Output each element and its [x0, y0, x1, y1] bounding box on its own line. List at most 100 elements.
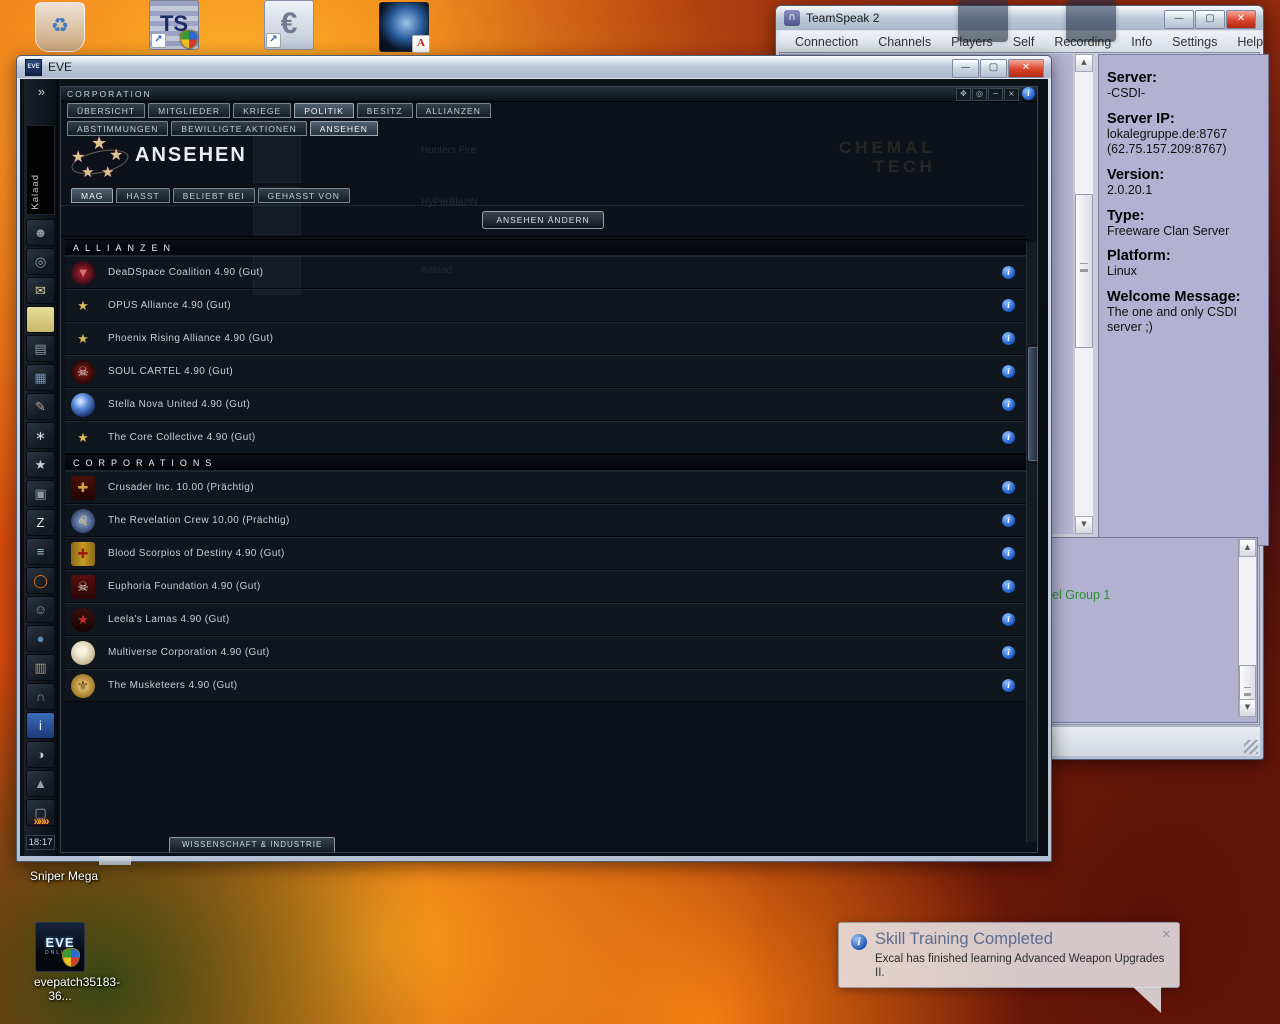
scroll-thumb[interactable]	[1075, 194, 1093, 348]
minimize-icon[interactable]: −	[988, 88, 1003, 101]
science-industry-docked-tab[interactable]: WISSENSCHAFT & INDUSTRIE	[169, 837, 336, 852]
info-icon[interactable]: i	[1002, 365, 1015, 378]
info-icon[interactable]: i	[1022, 87, 1035, 100]
browser-icon[interactable]: ●	[26, 625, 55, 652]
help-ring-icon[interactable]: ◯	[26, 567, 55, 594]
calculator-icon[interactable]: ≡	[26, 538, 55, 565]
neocom-expand-button[interactable]: »	[24, 79, 57, 99]
scroll-up-arrow[interactable]: ▲	[1239, 539, 1256, 557]
notepad-icon[interactable]	[26, 306, 55, 333]
standings-row-phoenix-rising-alliance-4-90-gut[interactable]: ★ Phoenix Rising Alliance 4.90 (Gut) i	[65, 322, 1027, 355]
info-icon[interactable]: i	[1002, 481, 1015, 494]
character-icon[interactable]: ◑	[26, 741, 55, 768]
info-icon[interactable]: i	[1002, 646, 1015, 659]
chat-icon[interactable]: ☺	[26, 596, 55, 623]
scroll-down-arrow[interactable]: ▼	[1075, 516, 1093, 534]
info-icon[interactable]: i	[1002, 332, 1015, 345]
pdf-desktop-icon[interactable]: A	[378, 2, 430, 53]
scroll-down-arrow[interactable]: ▼	[1239, 699, 1256, 717]
toggle-icon[interactable]: ◎	[972, 88, 987, 101]
tab-bewilligte-aktionen[interactable]: BEWILLIGTE AKTIONEN	[171, 121, 307, 136]
character-portrait-panel[interactable]: Kalaad	[26, 125, 55, 215]
tutorial-icon[interactable]: i	[26, 712, 55, 739]
list-scrollbar[interactable]	[1026, 242, 1038, 842]
journal-icon[interactable]: ▥	[26, 654, 55, 681]
tab-ansehen[interactable]: ANSEHEN	[309, 121, 378, 136]
map-icon[interactable]: ∗	[26, 422, 55, 449]
menu-item-connection[interactable]: Connection	[785, 35, 868, 49]
corporation-panel-header[interactable]: CORPORATION ✥ ◎ − × i	[61, 87, 1037, 102]
menu-item-help[interactable]: Help	[1227, 35, 1273, 49]
info-icon[interactable]: i	[1002, 613, 1015, 626]
standings-row-euphoria-foundation-4-90-gut[interactable]: ☠ Euphoria Foundation 4.90 (Gut) i	[65, 570, 1027, 603]
pin-icon[interactable]: ✥	[956, 88, 971, 101]
teamspeak-desktop-icon[interactable]: TS ↗	[148, 0, 200, 50]
tab-politik[interactable]: POLITIK	[294, 103, 354, 118]
info-icon[interactable]: i	[1002, 580, 1015, 593]
people-places-icon[interactable]: ▤	[26, 335, 55, 362]
change-standings-button[interactable]: ANSEHEN ÄNDERN	[482, 211, 604, 229]
sniper-mega-label[interactable]: Sniper Mega	[30, 869, 98, 883]
tab-gehasst-von[interactable]: GEHASST VON	[257, 188, 350, 203]
evepatch-desktop-icon[interactable]: EVE ONLINE evepatch35183-36...	[34, 922, 120, 1003]
tab-beliebt-bei[interactable]: BELIEBT BEI	[172, 188, 255, 203]
minimize-button[interactable]: —	[952, 59, 979, 78]
tab-hasst[interactable]: HASST	[116, 188, 170, 203]
event-log-scrollbar[interactable]: ▲ ▼	[1238, 539, 1256, 717]
close-button[interactable]: ✕	[1226, 10, 1256, 29]
standings-row-deadspace-coalition-4-90-gut[interactable]: ▼ DeaDSpace Coalition 4.90 (Gut) i	[65, 256, 1027, 289]
market-icon[interactable]: ◎	[26, 248, 55, 275]
scroll-thumb[interactable]	[1028, 347, 1038, 461]
standings-row-opus-alliance-4-90-gut[interactable]: ★ OPUS Alliance 4.90 (Gut) i	[65, 289, 1027, 322]
log-off-icon[interactable]: Z	[26, 509, 55, 536]
info-icon[interactable]: i	[1002, 299, 1015, 312]
standings-row-crusader-inc-10-00-pr-chtig[interactable]: ✚ Crusader Inc. 10.00 (Prächtig) i	[65, 471, 1027, 504]
neocom-more-button[interactable]: »»»	[24, 814, 57, 828]
eve-titlebar[interactable]: EVE EVE — ▢ ✕	[17, 56, 1051, 78]
minimize-button[interactable]: —	[1164, 10, 1194, 29]
close-button[interactable]: ✕	[1008, 59, 1044, 78]
tab-mag[interactable]: MAG	[71, 188, 114, 203]
contracts-icon[interactable]: ✎	[26, 393, 55, 420]
menu-item-settings[interactable]: Settings	[1162, 35, 1227, 49]
standings-row-blood-scorpios-of-destiny-4-90-gut[interactable]: ✚ Blood Scorpios of Destiny 4.90 (Gut) i	[65, 537, 1027, 570]
info-icon[interactable]: i	[1002, 679, 1015, 692]
maximize-button[interactable]: ▢	[980, 59, 1007, 78]
standings-row-the-core-collective-4-90-gut[interactable]: ★ The Core Collective 4.90 (Gut) i	[65, 421, 1027, 454]
menu-item-channels[interactable]: Channels	[868, 35, 941, 49]
euro-desktop-icon[interactable]: € ↗	[263, 0, 315, 50]
character-sheet-icon[interactable]: ☻	[26, 219, 55, 246]
info-icon[interactable]: i	[1002, 398, 1015, 411]
tab-abstimmungen[interactable]: ABSTIMMUNGEN	[67, 121, 169, 136]
standings-row-multiverse-corporation-4-90-gut[interactable]: Multiverse Corporation 4.90 (Gut) i	[65, 636, 1027, 669]
info-icon[interactable]: i	[1002, 514, 1015, 527]
recycle-bin-icon[interactable]: ♻	[34, 2, 86, 52]
wallet-icon[interactable]: ▦	[26, 364, 55, 391]
standings-row-stella-nova-united-4-90-gut[interactable]: Stella Nova United 4.90 (Gut) i	[65, 388, 1027, 421]
mail-icon[interactable]: ✉	[26, 277, 55, 304]
info-icon[interactable]: i	[1002, 266, 1015, 279]
tab-bersicht[interactable]: ÜBERSICHT	[67, 103, 146, 118]
assets-icon[interactable]: ▣	[26, 480, 55, 507]
tab-allianzen[interactable]: ALLIANZEN	[415, 103, 491, 118]
channel-tree-scrollbar[interactable]: ▲ ▼	[1074, 54, 1093, 534]
notification-close-button[interactable]: ✕	[1162, 928, 1171, 941]
corporation-icon[interactable]: ★	[26, 451, 55, 478]
close-icon[interactable]: ×	[1004, 88, 1019, 101]
standings-row-leela-s-lamas-4-90-gut[interactable]: ★ Leela's Lamas 4.90 (Gut) i	[65, 603, 1027, 636]
maximize-button[interactable]: ▢	[1195, 10, 1225, 29]
standings-row-the-revelation-crew-10-00-pr-chtig[interactable]: ♌ The Revelation Crew 10.00 (Prächtig) i	[65, 504, 1027, 537]
menu-item-self[interactable]: Self	[1003, 35, 1045, 49]
menu-item-info[interactable]: Info	[1121, 35, 1162, 49]
standings-row-soul-cartel-4-90-gut[interactable]: ☠ SOUL CARTEL 4.90 (Gut) i	[65, 355, 1027, 388]
tab-mitglieder[interactable]: MITGLIEDER	[148, 103, 231, 118]
teamspeak-titlebar[interactable]: ∩ TeamSpeak 2 — ▢ ✕	[776, 6, 1263, 30]
tab-besitz[interactable]: BESITZ	[356, 103, 413, 118]
audio-icon[interactable]: ∩	[26, 683, 55, 710]
scroll-up-arrow[interactable]: ▲	[1075, 54, 1093, 72]
standings-row-the-musketeers-4-90-gut[interactable]: ⚜ The Musketeers 4.90 (Gut) i	[65, 669, 1027, 702]
info-icon[interactable]: i	[1002, 431, 1015, 444]
ship-icon[interactable]: ▲	[26, 770, 55, 797]
tab-kriege[interactable]: KRIEGE	[233, 103, 292, 118]
info-icon[interactable]: i	[1002, 547, 1015, 560]
